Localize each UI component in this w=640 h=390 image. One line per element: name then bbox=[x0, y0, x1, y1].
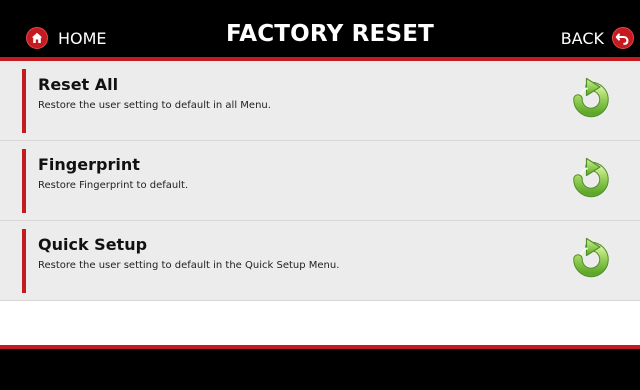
page-title: FACTORY RESET bbox=[225, 21, 435, 47]
reset-icon[interactable] bbox=[569, 156, 613, 200]
reset-icon[interactable] bbox=[569, 236, 613, 280]
quick-setup-description: Restore the user setting to default in t… bbox=[38, 260, 340, 271]
reset-all-description: Restore the user setting to default in a… bbox=[38, 100, 271, 111]
fingerprint-description: Restore Fingerprint to default. bbox=[38, 180, 189, 191]
fingerprint-item[interactable]: Fingerprint Restore Fingerprint to defau… bbox=[0, 141, 640, 221]
back-button[interactable]: BACK bbox=[561, 23, 634, 53]
header-bar: HOME FACTORY RESET BACK bbox=[0, 0, 640, 57]
reset-all-title: Reset All bbox=[38, 75, 119, 94]
home-label: HOME bbox=[58, 28, 107, 48]
back-arrow-icon bbox=[612, 27, 634, 49]
back-label: BACK bbox=[560, 28, 604, 48]
reset-icon[interactable] bbox=[569, 76, 613, 120]
row-accent bbox=[22, 149, 26, 213]
row-accent bbox=[22, 69, 26, 133]
reset-all-item[interactable]: Reset All Restore the user setting to de… bbox=[0, 61, 640, 141]
home-icon bbox=[26, 27, 48, 49]
quick-setup-item[interactable]: Quick Setup Restore the user setting to … bbox=[0, 221, 640, 301]
quick-setup-title: Quick Setup bbox=[38, 235, 148, 254]
row-accent bbox=[22, 229, 26, 293]
fingerprint-title: Fingerprint bbox=[38, 155, 140, 174]
reset-options-list: Reset All Restore the user setting to de… bbox=[0, 61, 640, 301]
factory-reset-screen: HOME FACTORY RESET BACK Reset All Restor… bbox=[0, 0, 640, 390]
home-button[interactable]: HOME bbox=[26, 23, 107, 53]
footer-bar bbox=[0, 349, 640, 390]
